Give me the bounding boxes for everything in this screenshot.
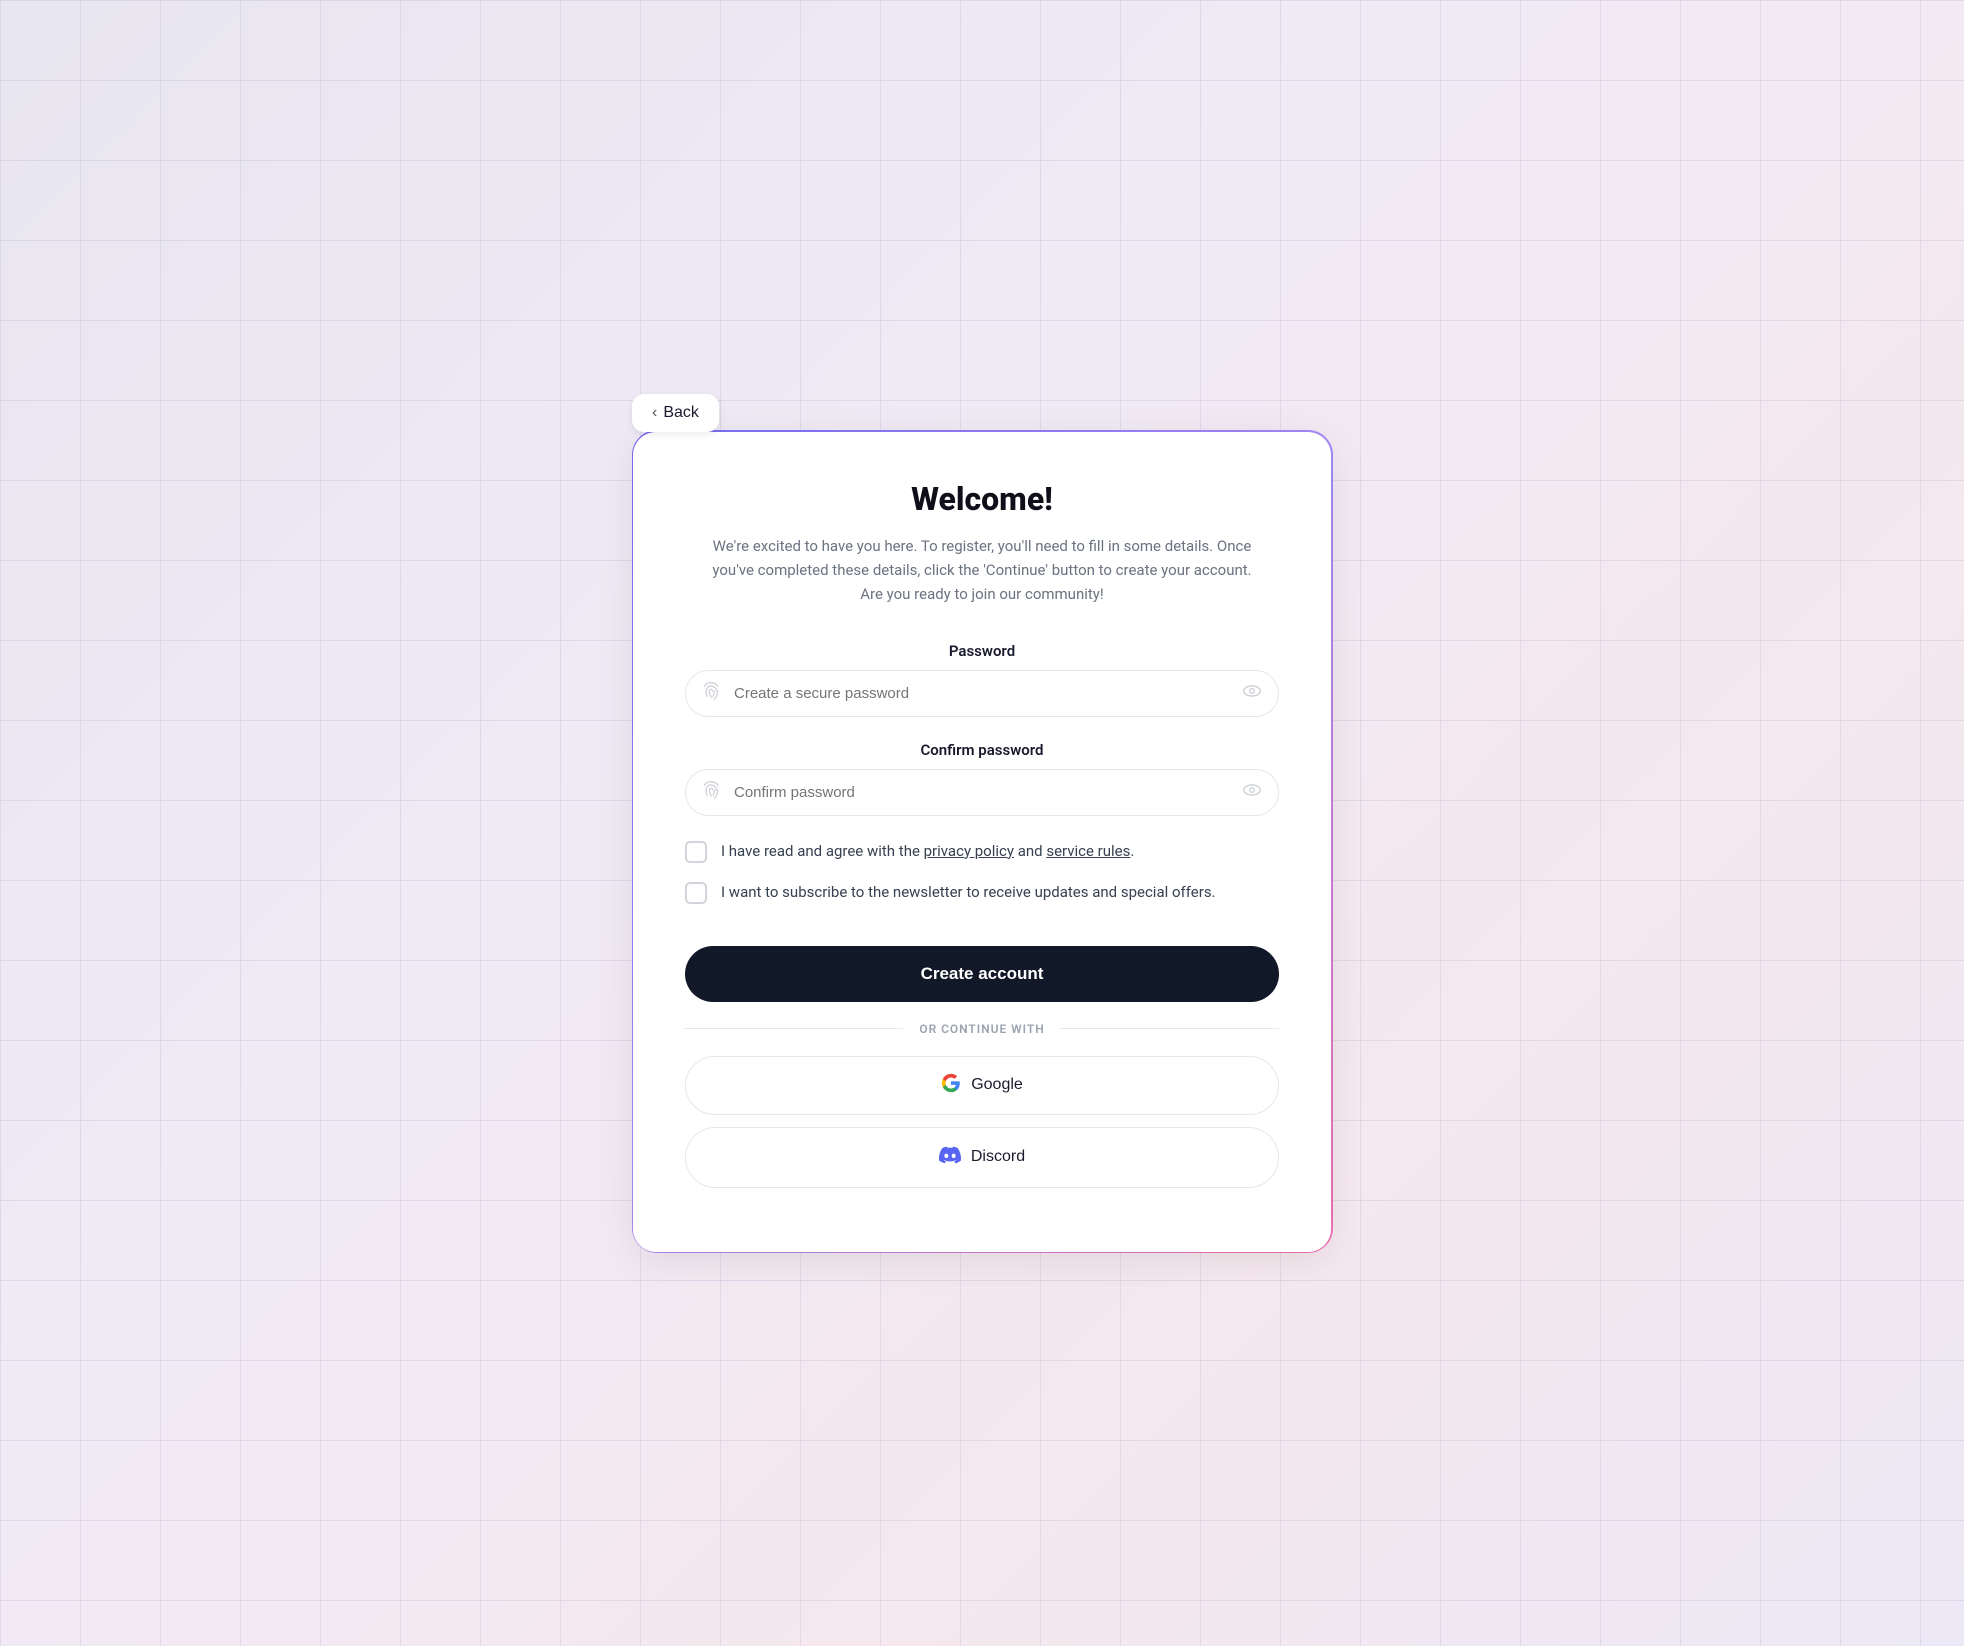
divider-line-right: [1061, 1028, 1279, 1029]
discord-icon: [939, 1144, 961, 1171]
divider-line-left: [685, 1028, 903, 1029]
password-toggle-icon[interactable]: [1241, 680, 1263, 707]
confirm-password-label: Confirm password: [685, 741, 1279, 759]
registration-card: Welcome! We're excited to have you here.…: [632, 431, 1332, 1253]
password-input[interactable]: [685, 670, 1279, 717]
card-wrapper: ‹ Back Welcome! We're excited to have yo…: [632, 394, 1332, 1253]
privacy-text-before: I have read and agree with the: [721, 842, 924, 860]
page-subtitle: We're excited to have you here. To regis…: [685, 534, 1279, 606]
newsletter-checkbox-group: I want to subscribe to the newsletter to…: [685, 881, 1279, 904]
create-account-button[interactable]: Create account: [685, 946, 1279, 1002]
discord-button-label: Discord: [971, 1148, 1025, 1166]
back-button[interactable]: ‹ Back: [632, 394, 719, 432]
google-icon: [941, 1073, 961, 1098]
privacy-text-middle: and: [1014, 842, 1046, 860]
privacy-label: I have read and agree with the privacy p…: [721, 840, 1134, 863]
confirm-password-input-wrapper: [685, 769, 1279, 816]
or-text: OR CONTINUE WITH: [919, 1022, 1044, 1036]
confirm-password-field-group: Confirm password: [685, 741, 1279, 816]
newsletter-label: I want to subscribe to the newsletter to…: [721, 881, 1216, 904]
chevron-left-icon: ‹: [652, 404, 657, 422]
privacy-text-after: .: [1130, 842, 1134, 860]
password-label: Password: [685, 642, 1279, 660]
google-button-label: Google: [971, 1076, 1023, 1094]
service-rules-link[interactable]: service rules: [1046, 842, 1130, 860]
discord-button[interactable]: Discord: [685, 1127, 1279, 1188]
google-button[interactable]: Google: [685, 1056, 1279, 1115]
back-button-label: Back: [663, 404, 699, 422]
newsletter-checkbox[interactable]: [685, 882, 707, 904]
password-field-group: Password: [685, 642, 1279, 717]
confirm-password-toggle-icon[interactable]: [1241, 779, 1263, 806]
privacy-checkbox[interactable]: [685, 841, 707, 863]
or-divider: OR CONTINUE WITH: [685, 1022, 1279, 1036]
privacy-policy-link[interactable]: privacy policy: [924, 842, 1014, 860]
password-input-wrapper: [685, 670, 1279, 717]
page-title: Welcome!: [685, 480, 1279, 518]
confirm-password-input[interactable]: [685, 769, 1279, 816]
privacy-checkbox-group: I have read and agree with the privacy p…: [685, 840, 1279, 863]
